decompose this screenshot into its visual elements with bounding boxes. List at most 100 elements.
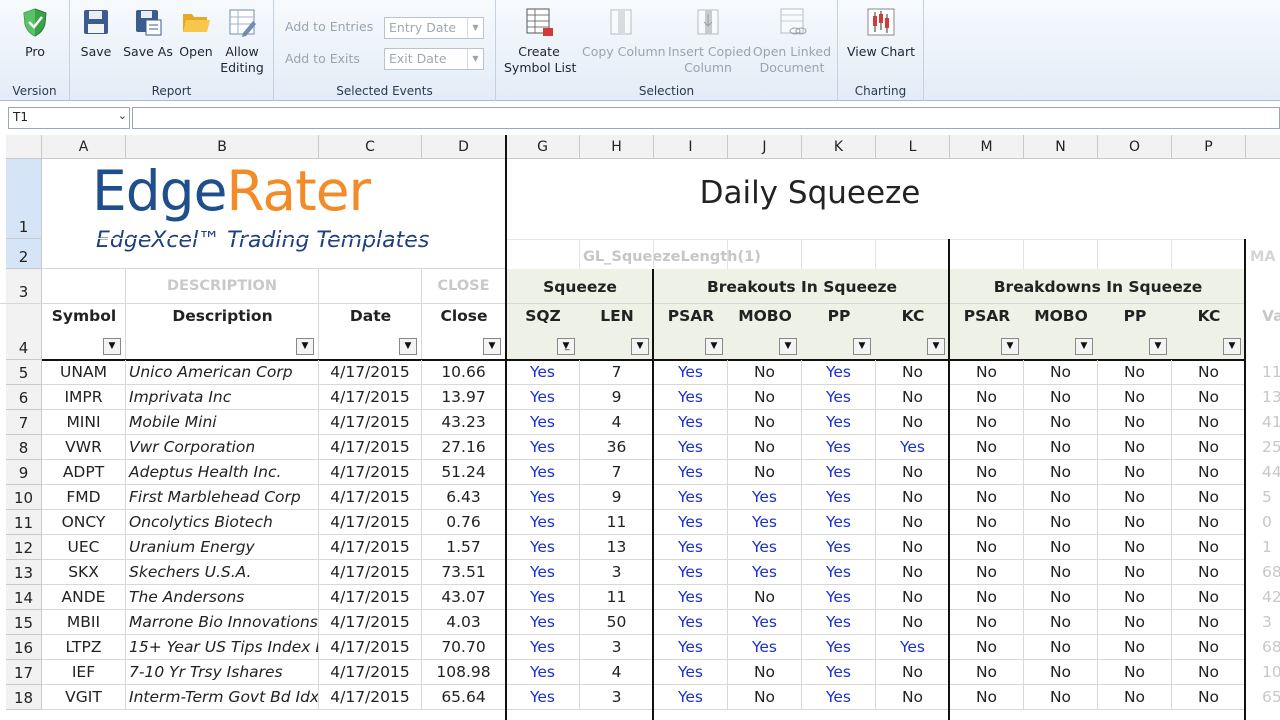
cell-bo_pp[interactable]: Yes xyxy=(802,660,876,685)
cell-description[interactable]: 15+ Year US Tips Index ETF xyxy=(126,635,319,660)
cell-partial[interactable]: 42 xyxy=(1262,585,1280,610)
cell-close[interactable]: 108.98 xyxy=(422,660,506,685)
cell-bd_kc[interactable]: No xyxy=(1172,585,1246,610)
cell-sqz[interactable]: Yes xyxy=(506,410,580,435)
cell-bo_mobo[interactable]: Yes xyxy=(728,560,802,585)
cell-close[interactable]: 10.66 xyxy=(422,360,506,385)
cell-bd_psar[interactable]: No xyxy=(950,535,1024,560)
row-header[interactable]: 15 xyxy=(6,610,42,635)
cell-len[interactable]: 4 xyxy=(580,660,654,685)
cell-sqz[interactable]: Yes xyxy=(506,460,580,485)
cell-close[interactable]: 73.51 xyxy=(422,560,506,585)
cell-bd_mobo[interactable]: No xyxy=(1024,610,1098,635)
name-box[interactable]: T1 ⌄ xyxy=(8,107,130,129)
filter-active-icon[interactable]: ▼̲ xyxy=(557,338,575,355)
cell-bo_pp[interactable]: Yes xyxy=(802,535,876,560)
cell-bd_mobo[interactable]: No xyxy=(1024,485,1098,510)
cell-date[interactable]: 4/17/2015 xyxy=(319,610,422,635)
cell-bo_mobo[interactable]: No xyxy=(728,410,802,435)
row-header[interactable]: 6 xyxy=(6,385,42,410)
filter-dropdown-button[interactable]: ▼ xyxy=(1149,338,1167,355)
cell-bd_kc[interactable]: No xyxy=(1172,560,1246,585)
copy-column-button[interactable]: Copy Column xyxy=(582,6,666,60)
cell-bo_mobo[interactable]: Yes xyxy=(728,635,802,660)
filter-dropdown-button[interactable]: ▼ xyxy=(1001,338,1019,355)
column-header[interactable]: D xyxy=(422,135,506,159)
cell-bd_psar[interactable]: No xyxy=(950,585,1024,610)
filter-dropdown-button[interactable]: ▼ xyxy=(705,338,723,355)
cell-bd_mobo[interactable]: No xyxy=(1024,585,1098,610)
cell-symbol[interactable]: VGIT xyxy=(42,685,126,710)
cell-sqz[interactable]: Yes xyxy=(506,560,580,585)
cell-bd_psar[interactable]: No xyxy=(950,610,1024,635)
cell-bo_mobo[interactable]: Yes xyxy=(728,510,802,535)
cell-description[interactable]: Adeptus Health Inc. xyxy=(126,460,319,485)
column-header[interactable]: J xyxy=(728,135,802,159)
cell-bo_psar[interactable]: Yes xyxy=(654,560,728,585)
cell-bd_psar[interactable]: No xyxy=(950,510,1024,535)
cell-description[interactable]: Vwr Corporation xyxy=(126,435,319,460)
cell-bo_mobo[interactable]: No xyxy=(728,685,802,710)
filter-dropdown-button[interactable]: ▼ xyxy=(927,338,945,355)
filter-dropdown-button[interactable]: ▼ xyxy=(399,338,417,355)
column-header[interactable]: P xyxy=(1172,135,1246,159)
cell-bo_psar[interactable]: Yes xyxy=(654,385,728,410)
row-header[interactable]: 10 xyxy=(6,485,42,510)
cell-bd_kc[interactable]: No xyxy=(1172,535,1246,560)
cell-partial[interactable]: 11 xyxy=(1262,360,1280,385)
cell-symbol[interactable]: MINI xyxy=(42,410,126,435)
cell-close[interactable]: 43.23 xyxy=(422,410,506,435)
cell-symbol[interactable]: FMD xyxy=(42,485,126,510)
cell-date[interactable]: 4/17/2015 xyxy=(319,360,422,385)
cell-close[interactable]: 6.43 xyxy=(422,485,506,510)
cell-symbol[interactable]: ANDE xyxy=(42,585,126,610)
cell-partial[interactable]: 68 xyxy=(1262,635,1280,660)
cell-bo_kc[interactable]: No xyxy=(876,385,950,410)
cell-partial[interactable]: 13 xyxy=(1262,385,1280,410)
cell-bd_mobo[interactable]: No xyxy=(1024,635,1098,660)
cell-bd_pp[interactable]: No xyxy=(1098,460,1172,485)
cell-bd_mobo[interactable]: No xyxy=(1024,535,1098,560)
cell-bd_psar[interactable]: No xyxy=(950,385,1024,410)
cell-date[interactable]: 4/17/2015 xyxy=(319,685,422,710)
cell-bd_kc[interactable]: No xyxy=(1172,685,1246,710)
cell-date[interactable]: 4/17/2015 xyxy=(319,385,422,410)
cell-bd_psar[interactable]: No xyxy=(950,435,1024,460)
cell-partial[interactable]: 65 xyxy=(1262,685,1280,710)
exit-date-select[interactable]: Exit Date ▼ xyxy=(384,48,484,70)
filter-dropdown-button[interactable]: ▼ xyxy=(1075,338,1093,355)
cell-bo_mobo[interactable]: No xyxy=(728,385,802,410)
cell-partial[interactable]: 41 xyxy=(1262,410,1280,435)
cell-bd_mobo[interactable]: No xyxy=(1024,560,1098,585)
cell-sqz[interactable]: Yes xyxy=(506,685,580,710)
filter-dropdown-button[interactable]: ▼ xyxy=(631,338,649,355)
cell-bd_psar[interactable]: No xyxy=(950,685,1024,710)
cell-bo_psar[interactable]: Yes xyxy=(654,360,728,385)
column-header[interactable]: H xyxy=(580,135,654,159)
row-header[interactable]: 3 xyxy=(6,269,42,304)
cell-bd_kc[interactable]: No xyxy=(1172,635,1246,660)
cell-description[interactable]: Oncolytics Biotech xyxy=(126,510,319,535)
cell-partial[interactable]: 25 xyxy=(1262,435,1280,460)
open-linked-document-button[interactable]: Open Linked Document xyxy=(752,6,832,76)
cell-description[interactable]: Unico American Corp xyxy=(126,360,319,385)
entry-date-select[interactable]: Entry Date ▼ xyxy=(384,17,484,39)
cell-description[interactable]: Marrone Bio Innovations xyxy=(126,610,319,635)
cell-bo_mobo[interactable]: No xyxy=(728,435,802,460)
cell-bo_kc[interactable]: No xyxy=(876,510,950,535)
cell-partial[interactable]: 1 xyxy=(1262,535,1280,560)
row-header[interactable]: 16 xyxy=(6,635,42,660)
cell-bd_pp[interactable]: No xyxy=(1098,560,1172,585)
cell-date[interactable]: 4/17/2015 xyxy=(319,485,422,510)
cell-sqz[interactable]: Yes xyxy=(506,610,580,635)
cell-date[interactable]: 4/17/2015 xyxy=(319,635,422,660)
row-header[interactable]: 13 xyxy=(6,560,42,585)
column-header[interactable]: K xyxy=(802,135,876,159)
cell-sqz[interactable]: Yes xyxy=(506,435,580,460)
cell-len[interactable]: 3 xyxy=(580,560,654,585)
cell-bd_pp[interactable]: No xyxy=(1098,435,1172,460)
cell-partial[interactable]: 3 xyxy=(1262,610,1280,635)
cell-description[interactable]: Uranium Energy xyxy=(126,535,319,560)
cell-bd_psar[interactable]: No xyxy=(950,660,1024,685)
filter-dropdown-button[interactable]: ▼ xyxy=(779,338,797,355)
